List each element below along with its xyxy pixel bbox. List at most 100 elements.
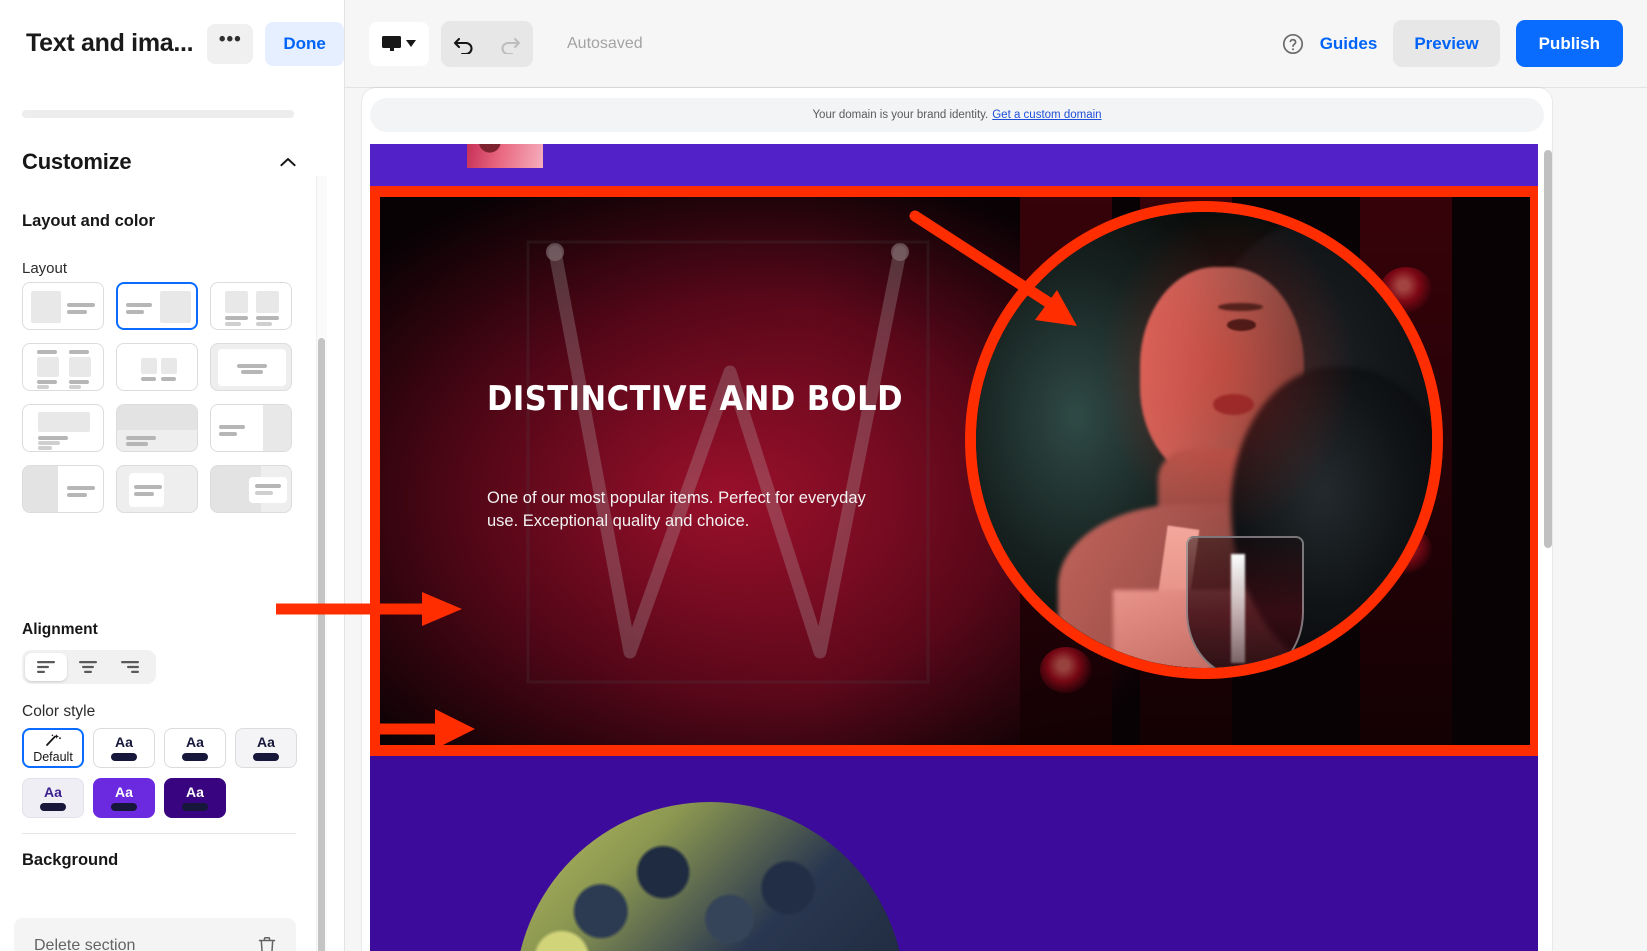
layout-option-two-column-images-top[interactable]: [210, 282, 292, 330]
color-style-2[interactable]: Aa: [93, 728, 155, 768]
layout-option-panel-left-text-right[interactable]: [22, 465, 104, 513]
color-style-6[interactable]: Aa: [93, 778, 155, 818]
thumb-text-bar: [69, 380, 89, 384]
color-style-3[interactable]: Aa: [164, 728, 226, 768]
chevron-down-icon: [406, 40, 416, 47]
preview-button[interactable]: Preview: [1393, 20, 1500, 67]
layout-option-two-small-images[interactable]: [116, 343, 198, 391]
layout-option-text-left-panel-right[interactable]: [210, 404, 292, 452]
domain-banner: Your domain is your brand identity. Get …: [370, 98, 1544, 132]
thumb-text-bar: [219, 432, 237, 436]
preview-canvas: Your domain is your brand identity. Get …: [346, 88, 1647, 951]
undo-button[interactable]: [441, 21, 487, 67]
thumb-card: [129, 473, 164, 507]
layout-option-full-width-banner[interactable]: [116, 404, 198, 452]
thumb-text-bar: [126, 310, 144, 314]
hero-circular-image[interactable]: [965, 201, 1443, 679]
color-style-7[interactable]: Aa: [164, 778, 226, 818]
customize-sidebar: Customize Layout and color Layout Alignm…: [0, 88, 345, 951]
canvas-scrollbar-thumb[interactable]: [1544, 150, 1552, 548]
layout-option-image-top-text-below[interactable]: [22, 404, 104, 452]
publish-button[interactable]: Publish: [1515, 20, 1623, 67]
customize-heading: Customize: [22, 149, 132, 174]
thumb-text-bar: [38, 436, 68, 440]
more-options-button[interactable]: •••: [207, 23, 254, 64]
layout-label: Layout: [22, 260, 68, 277]
layout-option-card-overlay-right[interactable]: [210, 465, 292, 513]
layout-option-image-left-text-right[interactable]: [22, 282, 104, 330]
align-center-button[interactable]: [67, 653, 109, 681]
color-style-5[interactable]: Aa: [22, 778, 84, 818]
customize-section-header[interactable]: Customize: [22, 149, 296, 175]
hero-section-selected[interactable]: Distinctive and bold One of our most pop…: [370, 186, 1538, 756]
thumb-banner-block: [117, 405, 197, 430]
color-style-default[interactable]: Default: [22, 728, 84, 768]
device-selector-button[interactable]: [369, 21, 429, 66]
alignment-label: Alignment: [22, 621, 98, 638]
thumb-image-block: [31, 291, 61, 323]
color-style-row-1: Default Aa Aa Aa: [22, 728, 297, 768]
done-button[interactable]: Done: [265, 21, 344, 66]
thumb-image-block: [141, 358, 157, 374]
color-style-pill: [182, 803, 208, 811]
page-title: Text and ima...: [26, 29, 194, 57]
magic-wand-icon: [45, 733, 61, 746]
delete-section-label: Delete section: [34, 936, 136, 951]
section-above-band[interactable]: [370, 144, 1538, 192]
layout-option-centered-card[interactable]: [210, 343, 292, 391]
redo-arrow-icon: [501, 37, 521, 54]
thumb-text-bar: [126, 436, 156, 440]
thumb-text-bar: [255, 484, 281, 488]
color-style-pill: [111, 803, 137, 811]
grapes-circle-image[interactable]: [515, 802, 905, 951]
domain-banner-text: Your domain is your brand identity.: [812, 109, 989, 121]
thumb-text-bar: [225, 322, 241, 326]
toolbar-right-group: Guides Preview Publish: [1282, 20, 1647, 67]
page-builder-app: Text and ima... ••• Done Autosaved Guide…: [0, 0, 1647, 951]
thumb-text-bar: [241, 370, 263, 374]
thumb-image-block: [256, 291, 279, 313]
color-style-label: Color style: [22, 703, 96, 720]
neon-letter-w-decoration: [526, 240, 930, 684]
sidebar-scrollbar-thumb[interactable]: [318, 338, 325, 951]
color-style-aa-label: Aa: [186, 784, 204, 800]
thumb-text-bar: [255, 491, 273, 495]
section-below-band[interactable]: [370, 756, 1538, 951]
align-center-icon: [79, 661, 97, 673]
thumb-text-bar: [225, 316, 248, 320]
redo-button[interactable]: [487, 21, 533, 67]
layout-option-card-overlay-center[interactable]: [116, 465, 198, 513]
chevron-up-icon[interactable]: [280, 157, 296, 167]
thumb-text-bar: [256, 322, 272, 326]
thumb-text-bar: [67, 493, 87, 497]
color-style-pill: [40, 803, 66, 811]
align-left-button[interactable]: [25, 653, 67, 681]
thumb-text-bar: [37, 350, 57, 354]
thumb-image-block: [37, 357, 59, 377]
sidebar-divider: [22, 833, 296, 834]
annotation-arrow-left-panel: [276, 592, 462, 626]
thumb-text-bar: [37, 380, 57, 384]
hero-headline[interactable]: Distinctive and bold: [487, 378, 907, 420]
section-above-thumbnail: [467, 144, 543, 168]
color-style-4[interactable]: Aa: [235, 728, 297, 768]
delete-section-button[interactable]: Delete section: [14, 918, 296, 951]
question-circle-icon[interactable]: [1282, 33, 1304, 55]
hero-body-text[interactable]: One of our most popular items. Perfect f…: [487, 487, 872, 534]
thumb-card: [249, 477, 287, 503]
guides-link[interactable]: Guides: [1320, 34, 1378, 54]
background-label: Background: [22, 851, 119, 869]
thumb-text-bar: [256, 316, 279, 320]
hero-section[interactable]: Distinctive and bold One of our most pop…: [380, 197, 1530, 745]
layout-option-two-column-labeled[interactable]: [22, 343, 104, 391]
layout-option-text-left-image-right[interactable]: [116, 282, 198, 330]
color-style-row-2: Aa Aa Aa: [22, 778, 226, 818]
thumb-image-block: [69, 357, 91, 377]
get-custom-domain-link[interactable]: Get a custom domain: [992, 109, 1101, 121]
thumb-text-bar: [69, 385, 81, 389]
color-style-default-label: Default: [33, 749, 73, 764]
color-style-aa-label: Aa: [115, 734, 133, 750]
align-right-button[interactable]: [109, 653, 151, 681]
undo-arrow-icon: [453, 37, 473, 54]
thumb-text-bar: [67, 303, 95, 307]
